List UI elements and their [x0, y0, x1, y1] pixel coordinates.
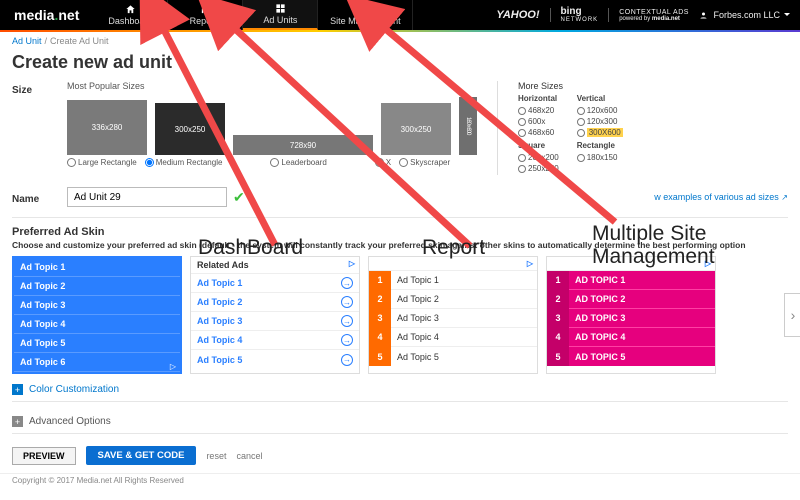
name-input[interactable] [67, 187, 227, 207]
save-button[interactable]: SAVE & GET CODE [86, 446, 197, 465]
skin3-item: 4Ad Topic 4 [369, 328, 537, 347]
radio-120x600[interactable]: 120x600 [577, 106, 623, 115]
radio-120x300[interactable]: 120x300 [577, 117, 623, 126]
skin-option-3[interactable]: ▷ 1Ad Topic 1 2Ad Topic 2 3Ad Topic 3 4A… [368, 256, 538, 374]
ad-skin-heading: Preferred Ad Skin [0, 222, 800, 240]
radio-600[interactable]: 600x [518, 117, 559, 126]
ad-skin-desc: Choose and customize your preferred ad s… [0, 240, 800, 256]
radio-large-rect[interactable]: Large Rectangle [67, 158, 137, 167]
radio-468x20[interactable]: 468x20 [518, 106, 559, 115]
nav-site-management[interactable]: Site Management [318, 0, 413, 30]
skin1-item: Ad Topic 6 [14, 353, 180, 372]
skin2-item: Ad Topic 1→ [191, 274, 359, 293]
skin2-item: Ad Topic 4→ [191, 331, 359, 350]
size-label: Size [12, 81, 67, 96]
size-336x280[interactable]: 336x280 [67, 100, 147, 155]
bing-logo: bing NETWORK [561, 7, 599, 23]
grid-icon [275, 3, 286, 14]
chevron-down-icon [784, 13, 790, 19]
radio-skyscraper[interactable]: Skyscraper [399, 158, 450, 167]
skin1-item: Ad Topic 2 [14, 277, 180, 296]
plus-icon: + [12, 416, 23, 427]
advanced-options-toggle[interactable]: +Advanced Options [0, 406, 800, 429]
radio-medium-rect[interactable]: Medium Rectangle [145, 158, 223, 167]
go-icon: → [341, 277, 353, 289]
footer-copyright: Copyright © 2017 Media.net All Rights Re… [0, 473, 800, 487]
go-icon: → [341, 354, 353, 366]
skin4-item: 5AD TOPIC 5 [547, 347, 715, 366]
skin2-header: Related Ads▷ [191, 257, 359, 274]
skin1-item: Ad Topic 3 [14, 296, 180, 315]
user-icon [699, 11, 708, 20]
nav-dashboard[interactable]: Dashboard [93, 0, 168, 30]
skin-option-1[interactable]: Ad Topic 1 Ad Topic 2 Ad Topic 3 Ad Topi… [12, 256, 182, 374]
home-icon [125, 4, 136, 15]
radio-250x250[interactable]: 250x250 [518, 164, 559, 173]
color-customization-toggle[interactable]: +Color Customization [0, 374, 800, 397]
ads-marker-icon: ▷ [527, 259, 533, 268]
next-skin-button[interactable]: › [784, 293, 800, 337]
go-icon: → [341, 315, 353, 327]
size-300x250[interactable]: 300x250 [155, 103, 225, 155]
go-icon: → [341, 296, 353, 308]
size-728x90[interactable]: 728x90 [233, 135, 373, 155]
nav-ad-units[interactable]: Ad Units [243, 0, 318, 30]
skin2-item: Ad Topic 2→ [191, 293, 359, 312]
skin3-item: 1Ad Topic 1 [369, 271, 537, 290]
nav-reports[interactable]: Reports [168, 0, 243, 30]
chart-icon [200, 4, 211, 15]
name-label: Name [12, 190, 67, 205]
skin3-item: 3Ad Topic 3 [369, 309, 537, 328]
contextual-ads-label: CONTEXTUAL ADS powered by media.net [619, 9, 689, 22]
skin3-header: ▷ [369, 257, 537, 271]
more-sizes-heading: More Sizes [518, 81, 623, 91]
examples-link[interactable]: w examples of various ad sizes ↗ [654, 192, 788, 202]
skin1-item: Ad Topic 4 [14, 315, 180, 334]
radio-180x150[interactable]: 180x150 [577, 153, 623, 162]
user-menu[interactable]: Forbes.com LLC [699, 10, 790, 20]
reset-link[interactable]: reset [206, 451, 226, 461]
breadcrumb: Ad Unit/Create Ad Unit [0, 32, 800, 50]
page-title: Create new ad unit [0, 50, 800, 79]
crumb-ad-unit[interactable]: Ad Unit [12, 36, 42, 46]
skin4-item: 1AD TOPIC 1 [547, 271, 715, 290]
wrench-icon [360, 4, 371, 15]
skin2-item: Ad Topic 3→ [191, 312, 359, 331]
skin4-item: 4AD TOPIC 4 [547, 328, 715, 347]
go-icon: → [341, 334, 353, 346]
skin-option-2[interactable]: Related Ads▷ Ad Topic 1→ Ad Topic 2→ Ad … [190, 256, 360, 374]
skin4-item: 2AD TOPIC 2 [547, 290, 715, 309]
radio-leaderboard[interactable]: Leaderboard [270, 158, 326, 167]
yahoo-logo: YAHOO! [496, 9, 539, 21]
check-icon: ✔ [233, 189, 245, 206]
skin4-header: ▷ [547, 257, 715, 271]
ads-marker-icon: ▷ [170, 362, 176, 371]
skin3-item: 5Ad Topic 5 [369, 347, 537, 366]
radio-200x200[interactable]: 200x200 [518, 153, 559, 162]
cancel-link[interactable]: cancel [236, 451, 262, 461]
popular-sizes-heading: Most Popular Sizes [67, 81, 477, 91]
plus-icon: + [12, 384, 23, 395]
skin-option-4[interactable]: ▷ 1AD TOPIC 1 2AD TOPIC 2 3AD TOPIC 3 4A… [546, 256, 716, 374]
radio-300x600[interactable]: 300X600 [577, 128, 623, 137]
skin1-item: Ad Topic 1 [14, 258, 180, 277]
skin3-item: 2Ad Topic 2 [369, 290, 537, 309]
ads-marker-icon: ▷ [349, 259, 355, 268]
skin4-item: 3AD TOPIC 3 [547, 309, 715, 328]
preview-button[interactable]: PREVIEW [12, 447, 76, 465]
radio-x[interactable]: X [375, 158, 391, 167]
skin1-item: Ad Topic 5 [14, 334, 180, 353]
brand-logo: media.net [0, 7, 93, 23]
size-300x250b[interactable]: 300x250 [381, 103, 451, 155]
size-160x600[interactable]: 160 x 600 [459, 97, 477, 155]
skin2-item: Ad Topic 5→ [191, 350, 359, 369]
radio-468x60[interactable]: 468x60 [518, 128, 559, 137]
ads-marker-icon: ▷ [705, 259, 711, 268]
